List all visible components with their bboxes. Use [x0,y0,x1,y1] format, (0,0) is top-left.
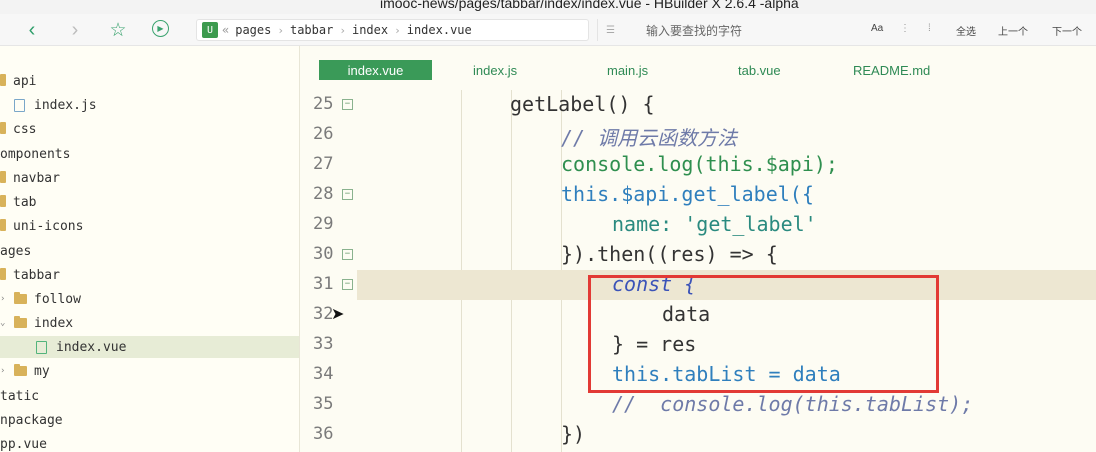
title-bar: imooc-news/pages/tabbar/index/index.vue … [0,0,1096,14]
project-logo-icon: U [202,22,218,38]
tree-item-uni-icons[interactable]: uni-icons [0,215,299,237]
tab-index-js[interactable]: index.js [473,60,517,80]
folder-icon [14,364,27,376]
find-bar: ☰ 输入要查找的字符 Aa ⋮ ⁞ 全选 上一个 下一个 [597,19,1095,41]
chevron-right-icon[interactable]: › [0,294,10,304]
tree-item-app-vue[interactable]: pp.vue [0,433,299,452]
toolbar: ‹ › ☆ ▶ U « pages › tabbar › index › ind… [0,14,1096,46]
tree-item-pages[interactable]: ages [0,240,299,262]
folder-icon [0,171,6,183]
chevron-right-icon: › [394,23,401,37]
breadcrumb-index[interactable]: index [352,23,388,37]
tree-item-my[interactable]: › my [0,360,299,382]
breadcrumb-tabbar[interactable]: tabbar [290,23,333,37]
forward-arrow-icon[interactable]: › [63,18,87,42]
tree-item-css[interactable]: css [0,118,299,140]
folder-icon [0,74,6,86]
chevron-right-icon: › [277,23,284,37]
search-input[interactable]: 输入要查找的字符 [646,22,742,39]
window-title: imooc-news/pages/tabbar/index/index.vue … [380,0,799,11]
breadcrumb-collapse[interactable]: « [222,23,229,37]
code-line[interactable]: 27 console.log(this.$api); [301,150,1096,180]
tree-item-tabbar[interactable]: tabbar [0,264,299,286]
tree-item-index-vue[interactable]: index.vue [0,336,299,358]
folder-icon [14,292,27,304]
match-case-toggle[interactable]: Aa [871,23,883,34]
tree-item-follow[interactable]: › follow [0,288,299,310]
js-file-icon [14,98,25,112]
code-line[interactable]: 29 name: 'get_label' [301,210,1096,240]
fold-toggle-icon[interactable]: − [342,249,353,260]
project-explorer: api index.js css omponents navbar tab un… [0,46,300,452]
back-arrow-icon[interactable]: ‹ [20,18,44,42]
tree-item-index-folder[interactable]: ⌄ index [0,312,299,334]
code-editor[interactable]: 25 − getLabel() { 26 // 调用云函数方法 27 conso… [301,90,1096,452]
breadcrumb: U « pages › tabbar › index › index.vue [196,19,589,41]
star-icon[interactable]: ☆ [106,18,130,42]
folder-icon [0,219,6,231]
annotation-highlight-box [588,275,939,393]
breadcrumb-pages[interactable]: pages [235,23,271,37]
tree-item-components[interactable]: omponents [0,143,299,165]
tab-index-vue[interactable]: index.vue [319,60,432,80]
code-line[interactable]: 36 }) [301,420,1096,450]
fold-toggle-icon[interactable]: − [342,189,353,200]
regex-toggle-icon[interactable]: ⋮ [900,23,910,34]
code-line[interactable]: 25 − getLabel() { [301,90,1096,120]
vue-file-icon [36,340,47,354]
folder-icon [0,122,6,134]
folder-icon [0,195,6,207]
tree-item-tab[interactable]: tab [0,191,299,213]
tab-tab-vue[interactable]: tab.vue [738,60,781,80]
code-line[interactable]: 30 − }).then((res) => { [301,240,1096,270]
code-line[interactable]: 28 − this.$api.get_label({ [301,180,1096,210]
find-next-button[interactable]: 下一个 [1052,23,1082,38]
chevron-right-icon: › [339,23,346,37]
find-prev-button[interactable]: 上一个 [998,23,1028,38]
folder-icon [0,268,6,280]
fold-toggle-icon[interactable]: − [342,99,353,110]
tab-readme-md[interactable]: README.md [853,60,930,80]
editor-tabs: index.vue index.js main.js tab.vue READM… [301,46,1096,90]
tree-item-index-js[interactable]: index.js [0,94,299,116]
find-menu-icon[interactable]: ☰ [606,25,615,36]
whole-word-toggle-icon[interactable]: ⁞ [928,23,931,34]
code-line[interactable]: 35 // console.log(this.tabList); [301,390,1096,420]
chevron-right-icon[interactable]: › [0,366,10,376]
tree-item-api[interactable]: api [0,70,299,92]
mouse-cursor-icon: ➤ [331,306,345,323]
folder-open-icon [14,316,27,328]
run-icon[interactable]: ▶ [152,20,169,37]
tree-item-navbar[interactable]: navbar [0,167,299,189]
code-line[interactable]: 26 // 调用云函数方法 [301,120,1096,150]
breadcrumb-file[interactable]: index.vue [407,23,472,37]
tree-item-static[interactable]: tatic [0,385,299,407]
chevron-down-icon[interactable]: ⌄ [0,318,10,328]
fold-toggle-icon[interactable]: − [342,279,353,290]
tree-item-unpackage[interactable]: npackage [0,409,299,431]
tab-main-js[interactable]: main.js [607,60,648,80]
select-all-button[interactable]: 全选 [956,23,976,38]
